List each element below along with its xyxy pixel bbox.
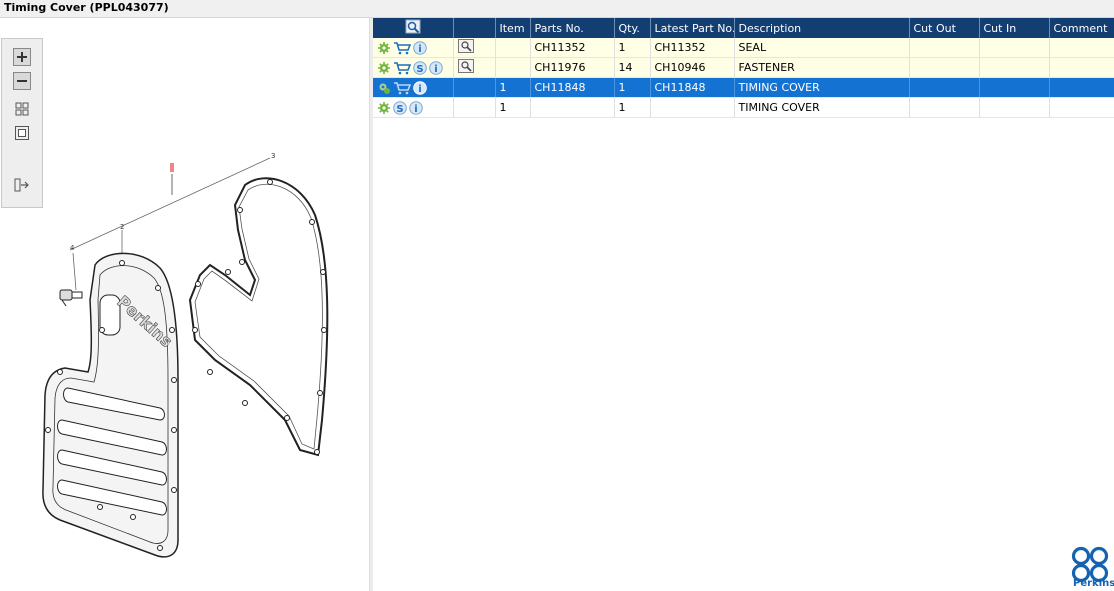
column-header-latest-part-no[interactable]: Latest Part No. — [650, 18, 735, 38]
cell-cut-out — [909, 57, 980, 78]
info-icon[interactable]: i — [413, 40, 427, 55]
cell-latest-part-no: CH11848 — [650, 77, 735, 98]
settings-gear-icon[interactable] — [377, 81, 391, 95]
exploded-view-diagram[interactable]: 3 2 4 Perkins — [0, 18, 369, 591]
column-header-cut-in[interactable]: Cut In — [979, 18, 1050, 38]
cell-cut-in — [979, 57, 1050, 78]
column-header-view[interactable] — [453, 18, 496, 38]
fit-window-icon[interactable] — [13, 124, 31, 142]
cell-cut-in — [979, 77, 1050, 98]
cell-comment — [1049, 97, 1114, 118]
callout-2: 2 — [120, 223, 124, 231]
cell-qty: 1 — [614, 38, 651, 58]
column-header-cut-out[interactable]: Cut Out — [909, 18, 980, 38]
table-row[interactable]: S i CH11976 14 CH10946 FASTENER — [373, 57, 1114, 78]
cell-qty: 1 — [614, 77, 651, 98]
fit-all-icon[interactable] — [13, 100, 31, 118]
cell-comment — [1049, 77, 1114, 98]
table-row-selected[interactable]: i 1 CH11848 1 CH11848 TIMING COVER — [373, 77, 1114, 98]
row-view — [453, 57, 496, 78]
supersession-s-icon[interactable]: S — [413, 60, 427, 75]
settings-gear-icon[interactable] — [377, 41, 391, 55]
svg-text:i: i — [414, 104, 417, 115]
table-header-row: Item Parts No. Qty. Latest Part No. Desc… — [373, 18, 1114, 38]
info-icon[interactable]: i — [429, 60, 443, 75]
shopping-cart-icon[interactable] — [393, 81, 411, 95]
cell-parts-no: CH11976 — [530, 57, 615, 78]
row-actions: i — [373, 77, 454, 98]
row-view — [453, 38, 496, 58]
column-header-qty[interactable]: Qty. — [614, 18, 651, 38]
column-header-parts-no[interactable]: Parts No. — [530, 18, 615, 38]
gasket-seal — [188, 177, 329, 457]
row-actions: S i — [373, 57, 454, 78]
column-header-actions[interactable] — [373, 18, 454, 38]
table-row[interactable]: i CH11352 1 CH11352 SEAL — [373, 38, 1114, 58]
cell-latest-part-no — [650, 97, 735, 118]
row-actions: i — [373, 38, 454, 58]
zoom-in-icon[interactable] — [13, 48, 31, 66]
viewer-toolbar — [1, 38, 43, 208]
column-header-comment[interactable]: Comment — [1049, 18, 1114, 38]
cell-latest-part-no: CH10946 — [650, 57, 735, 78]
zoom-out-icon[interactable] — [13, 72, 31, 90]
row-view — [453, 97, 496, 118]
cell-qty: 14 — [614, 57, 651, 78]
svg-text:i: i — [418, 44, 421, 55]
illustration-pane[interactable]: 3 2 4 Perkins — [0, 18, 369, 591]
svg-text:i: i — [434, 64, 437, 75]
perkins-logo-text: Perkins — [1073, 578, 1114, 589]
magnify-search-icon[interactable] — [405, 19, 421, 37]
cell-cut-in — [979, 38, 1050, 58]
cell-comment — [1049, 57, 1114, 78]
supersession-s-icon[interactable]: S — [393, 100, 407, 115]
info-icon[interactable]: i — [413, 80, 427, 95]
toggle-list-icon[interactable] — [13, 176, 31, 194]
settings-gear-icon[interactable] — [377, 61, 391, 75]
cell-item: 1 — [495, 77, 531, 98]
svg-text:i: i — [418, 84, 421, 95]
column-header-description[interactable]: Description — [734, 18, 910, 38]
window-title: Timing Cover (PPL043077) — [4, 1, 169, 14]
parts-table: Item Parts No. Qty. Latest Part No. Desc… — [373, 18, 1114, 118]
callout-3: 3 — [271, 152, 275, 160]
parts-grid-pane: Item Parts No. Qty. Latest Part No. Desc… — [373, 18, 1114, 591]
callout-4: 4 — [70, 244, 75, 252]
svg-text:S: S — [396, 104, 403, 115]
cell-cut-out — [909, 97, 980, 118]
cell-description: FASTENER — [734, 57, 910, 78]
cell-description: TIMING COVER — [734, 77, 910, 98]
shopping-cart-icon[interactable] — [393, 41, 411, 55]
info-icon[interactable]: i — [409, 100, 423, 115]
cell-description: SEAL — [734, 38, 910, 58]
view-illustration-icon[interactable] — [457, 59, 474, 73]
fastener-bolt — [59, 289, 83, 307]
cell-cut-in — [979, 97, 1050, 118]
cell-latest-part-no: CH11352 — [650, 38, 735, 58]
shopping-cart-icon[interactable] — [393, 61, 411, 75]
cell-item — [495, 38, 531, 58]
window-titlebar: Timing Cover (PPL043077) — [0, 0, 1114, 18]
row-view — [453, 77, 496, 98]
cell-item — [495, 57, 531, 78]
svg-text:S: S — [416, 64, 423, 75]
cell-cut-out — [909, 38, 980, 58]
column-header-item[interactable]: Item — [495, 18, 531, 38]
settings-gear-icon[interactable] — [377, 101, 391, 115]
cell-cut-out — [909, 77, 980, 98]
view-illustration-icon[interactable] — [457, 39, 474, 53]
row-actions: S i — [373, 97, 454, 118]
cell-parts-no: CH11848 — [530, 77, 615, 98]
hotspot-marker — [170, 163, 174, 172]
cell-item: 1 — [495, 97, 531, 118]
cell-parts-no: CH11352 — [530, 38, 615, 58]
cell-parts-no — [530, 97, 615, 118]
cell-description: TIMING COVER — [734, 97, 910, 118]
table-row[interactable]: S i 1 1 TIMING COVER — [373, 97, 1114, 118]
cell-qty: 1 — [614, 97, 651, 118]
cell-comment — [1049, 38, 1114, 58]
